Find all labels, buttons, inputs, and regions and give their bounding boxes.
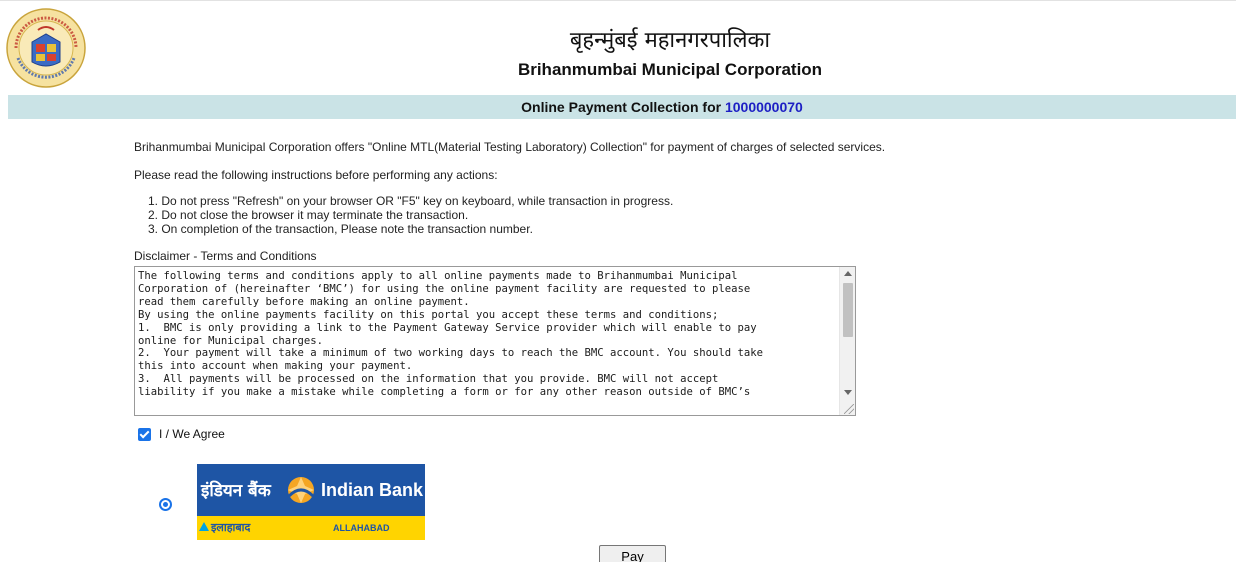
disclaimer-label: Disclaimer - Terms and Conditions (134, 249, 317, 263)
indian-bank-logo[interactable]: इंडियन बैंक Indian Bank इलाहाबाद ALLAHAB… (197, 464, 425, 540)
terms-textarea[interactable]: The following terms and conditions apply… (134, 266, 856, 416)
page-title: Brihanmumbai Municipal Corporation (517, 60, 823, 79)
payment-collection-banner: Online Payment Collection for 1000000070 (8, 95, 1236, 119)
scrollbar-thumb[interactable] (843, 283, 853, 337)
allahabad-hindi: इलाहाबाद (211, 521, 251, 534)
bank-name-hindi: इंडियन बैंक (201, 481, 271, 501)
agree-label[interactable]: I / We Agree (159, 427, 225, 441)
indian-bank-emblem-icon (287, 477, 315, 503)
instruction-item: 2. Do not close the browser it may termi… (148, 208, 469, 222)
bank-name-english: Indian Bank (321, 480, 424, 500)
reference-number: 1000000070 (724, 99, 803, 115)
bank-logo-top: इंडियन बैंक Indian Bank (197, 464, 425, 516)
terms-text: The following terms and conditions apply… (138, 270, 764, 399)
banner-label: Online Payment Collection for (521, 99, 722, 115)
scroll-down-arrow-icon[interactable] (844, 390, 852, 395)
scroll-up-arrow-icon[interactable] (844, 271, 852, 276)
main-content: Brihanmumbai Municipal Corporation offer… (134, 140, 1034, 416)
instructions-heading: Please read the following instructions b… (134, 168, 498, 182)
allahabad-english: ALLAHABAD (333, 523, 390, 533)
page-title-hindi: बृहन्मुंबई महानगरपालिका (569, 28, 771, 53)
resize-grip-icon[interactable] (844, 404, 854, 414)
allahabad-triangle-icon (199, 522, 209, 531)
instruction-item: 3. On completion of the transaction, Ple… (148, 222, 533, 236)
pay-button[interactable]: Pay (599, 545, 666, 562)
intro-text: Brihanmumbai Municipal Corporation offer… (134, 140, 886, 154)
terms-scrollbar[interactable] (839, 267, 855, 415)
agree-row[interactable]: I / We Agree (138, 427, 225, 441)
instruction-item: 1. Do not press "Refresh" on your browse… (148, 194, 674, 208)
instructions-list: 1. Do not press "Refresh" on your browse… (134, 194, 1034, 236)
top-divider (0, 0, 1236, 1)
agree-checkbox[interactable] (138, 427, 151, 441)
bank-logo-bottom: इलाहाबाद ALLAHABAD (197, 516, 425, 540)
bank-radio[interactable] (159, 498, 172, 511)
